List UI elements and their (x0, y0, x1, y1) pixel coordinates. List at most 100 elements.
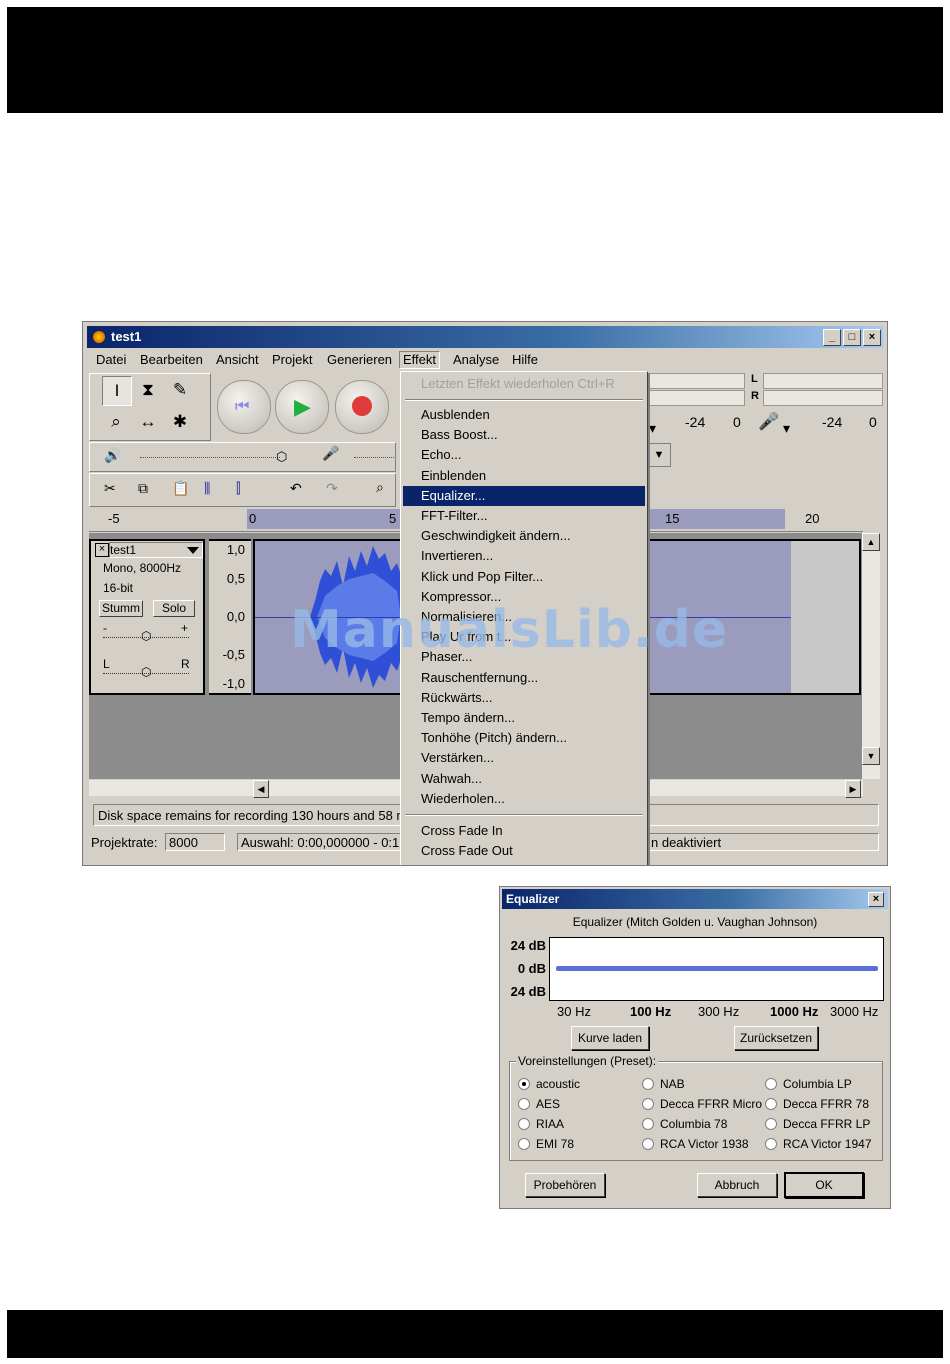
radio-circle-icon[interactable] (765, 1138, 777, 1150)
pan-slider-thumb[interactable]: ⬡ (141, 665, 151, 679)
menu-effect-wiederholen[interactable]: Wiederholen... (403, 789, 645, 809)
close-button[interactable]: × (863, 329, 881, 346)
selection-tool-icon[interactable]: I (102, 376, 132, 406)
equalizer-curve-graph[interactable] (549, 937, 884, 1001)
menu-effect-rauschentfernung[interactable]: Rauschentfernung... (403, 668, 645, 688)
menu-analyse[interactable]: Analyse (453, 352, 499, 368)
radio-circle-icon[interactable] (642, 1138, 654, 1150)
preset-label: Decca FFRR Micro (660, 1097, 763, 1111)
preview-button[interactable]: Probehören (525, 1173, 605, 1197)
preset-label: AES (536, 1097, 561, 1111)
cut-icon[interactable]: ✂ (104, 480, 116, 497)
hz-label-3000: 3000 Hz (830, 1004, 879, 1019)
dialog-close-button[interactable]: × (868, 892, 884, 907)
menu-effect-fft-filter[interactable]: FFT-Filter... (403, 506, 645, 526)
record-meter-dropdown-icon[interactable]: ▾ (783, 420, 790, 437)
menu-effect-verstärken[interactable]: Verstärken... (403, 748, 645, 768)
paste-icon[interactable]: 📋 (172, 480, 189, 497)
track-control-panel: × test1 Mono, 8000Hz 16-bit Stumm Solo -… (89, 539, 205, 695)
menu-effect-einblenden[interactable]: Einblenden (403, 466, 645, 486)
envelope-tool-icon[interactable]: ⧗ (134, 376, 162, 404)
radio-circle-icon[interactable] (518, 1138, 530, 1150)
menu-projekt[interactable]: Projekt (272, 352, 312, 368)
playback-meter-dropdown-icon[interactable]: ▾ (649, 420, 663, 436)
menu-effect-invertieren[interactable]: Invertieren... (403, 546, 645, 566)
track-name-dropdown[interactable]: test1 (109, 542, 203, 558)
radio-circle-icon[interactable] (518, 1078, 530, 1090)
preset-label: Decca FFRR LP (783, 1117, 871, 1131)
solo-button[interactable]: Solo (153, 600, 195, 617)
menu-cross-fade-out[interactable]: Cross Fade Out (403, 841, 645, 861)
input-source-dropdown-icon[interactable]: ▼ (647, 443, 671, 467)
zoom-tool-icon[interactable]: ⌕ (102, 408, 130, 436)
radio-circle-icon[interactable] (765, 1078, 777, 1090)
menu-effect-ausblenden[interactable]: Ausblenden (403, 405, 645, 425)
radio-circle-icon[interactable] (765, 1118, 777, 1130)
menu-effect-tempo-ändern[interactable]: Tempo ändern... (403, 708, 645, 728)
menu-effect-wahwah[interactable]: Wahwah... (403, 769, 645, 789)
equalizer-subtitle: Equalizer (Mitch Golden u. Vaughan Johns… (572, 915, 818, 929)
load-curve-button[interactable]: Kurve laden (571, 1026, 649, 1050)
title-bar: test1 _ □ × (87, 326, 883, 348)
projektrate-field[interactable]: 8000 (165, 833, 225, 851)
radio-circle-icon[interactable] (518, 1118, 530, 1130)
vertical-scrollbar[interactable]: ▲ ▼ (862, 533, 880, 779)
menu-bearbeiten[interactable]: Bearbeiten (140, 352, 203, 368)
mute-button[interactable]: Stumm (99, 600, 143, 617)
record-button[interactable] (335, 380, 389, 434)
timeshift-tool-icon[interactable]: ↔ (134, 408, 162, 436)
scroll-up-icon[interactable]: ▲ (862, 533, 880, 551)
skip-start-button[interactable]: ⏮ (217, 380, 271, 434)
menu-effect-bass-boost[interactable]: Bass Boost... (403, 425, 645, 445)
cancel-button[interactable]: Abbruch (697, 1173, 777, 1197)
menu-datei[interactable]: Datei (96, 352, 126, 368)
input-volume-slider[interactable] (354, 457, 394, 459)
scroll-down-icon[interactable]: ▼ (862, 747, 880, 765)
menu-effect-echo[interactable]: Echo... (403, 445, 645, 465)
menu-effect-tonhöhe-pitch-ändern[interactable]: Tonhöhe (Pitch) ändern... (403, 728, 645, 748)
silence-icon[interactable]: ⫿ (236, 480, 240, 497)
menu-repeat-last-effect[interactable]: Letzten Effekt wiederholen Ctrl+R (403, 374, 645, 394)
menu-cross-fade-in[interactable]: Cross Fade In (403, 821, 645, 841)
play-button[interactable]: ▶ (275, 380, 329, 434)
scroll-right-icon[interactable]: ▶ (845, 780, 861, 798)
ok-button[interactable]: OK (784, 1172, 864, 1198)
undo-icon[interactable]: ↶ (290, 480, 302, 497)
edit-toolbar: ✂ ⧉ 📋 ⫼ ⫿ ↶ ↷ ⌕ (89, 473, 396, 507)
radio-circle-icon[interactable] (642, 1118, 654, 1130)
trim-icon[interactable]: ⫼ (204, 480, 210, 497)
dialog-title: Equalizer (506, 892, 560, 906)
gain-slider-thumb[interactable]: ⬡ (141, 629, 151, 643)
minimize-button[interactable]: _ (823, 329, 841, 346)
menu-generieren[interactable]: Generieren (327, 352, 392, 368)
redo-icon[interactable]: ↷ (326, 480, 338, 497)
radio-circle-icon[interactable] (765, 1098, 777, 1110)
tools-toolbar: I ⧗ ✎ ⌕ ↔ ✱ (89, 373, 211, 441)
scroll-left-icon[interactable]: ◀ (253, 780, 269, 798)
hz-label-30: 30 Hz (557, 1004, 591, 1019)
equalizer-curve-line[interactable] (556, 966, 878, 971)
zoom-in-icon[interactable]: ⌕ (376, 479, 384, 496)
output-volume-thumb[interactable]: ⬡ (276, 449, 287, 465)
radio-circle-icon[interactable] (642, 1098, 654, 1110)
maximize-button[interactable]: □ (843, 329, 861, 346)
menu-effect-rückwärts[interactable]: Rückwärts... (403, 688, 645, 708)
reset-button[interactable]: Zurücksetzen (734, 1026, 818, 1050)
draw-tool-icon[interactable]: ✎ (166, 376, 194, 404)
output-volume-slider[interactable] (140, 457, 280, 459)
microphone-icon[interactable]: 🎤 (758, 412, 779, 432)
menu-ansicht[interactable]: Ansicht (216, 352, 259, 368)
menu-hilfe[interactable]: Hilfe (512, 352, 538, 368)
menu-effect-equalizer[interactable]: Equalizer... (403, 485, 645, 506)
preset-label: NAB (660, 1077, 685, 1091)
multi-tool-icon[interactable]: ✱ (166, 408, 194, 436)
projektrate-label: Projektrate: (91, 835, 158, 850)
menu-effect-klick-und-pop-filter[interactable]: Klick und Pop Filter... (403, 567, 645, 587)
track-close-icon[interactable]: × (95, 543, 109, 557)
menu-effekt[interactable]: Effekt (399, 351, 441, 369)
copy-icon[interactable]: ⧉ (138, 480, 148, 497)
menu-effect-geschwindigkeit-ändern[interactable]: Geschwindigkeit ändern... (403, 526, 645, 546)
preset-label: EMI 78 (536, 1137, 575, 1151)
radio-circle-icon[interactable] (518, 1098, 530, 1110)
radio-circle-icon[interactable] (642, 1078, 654, 1090)
